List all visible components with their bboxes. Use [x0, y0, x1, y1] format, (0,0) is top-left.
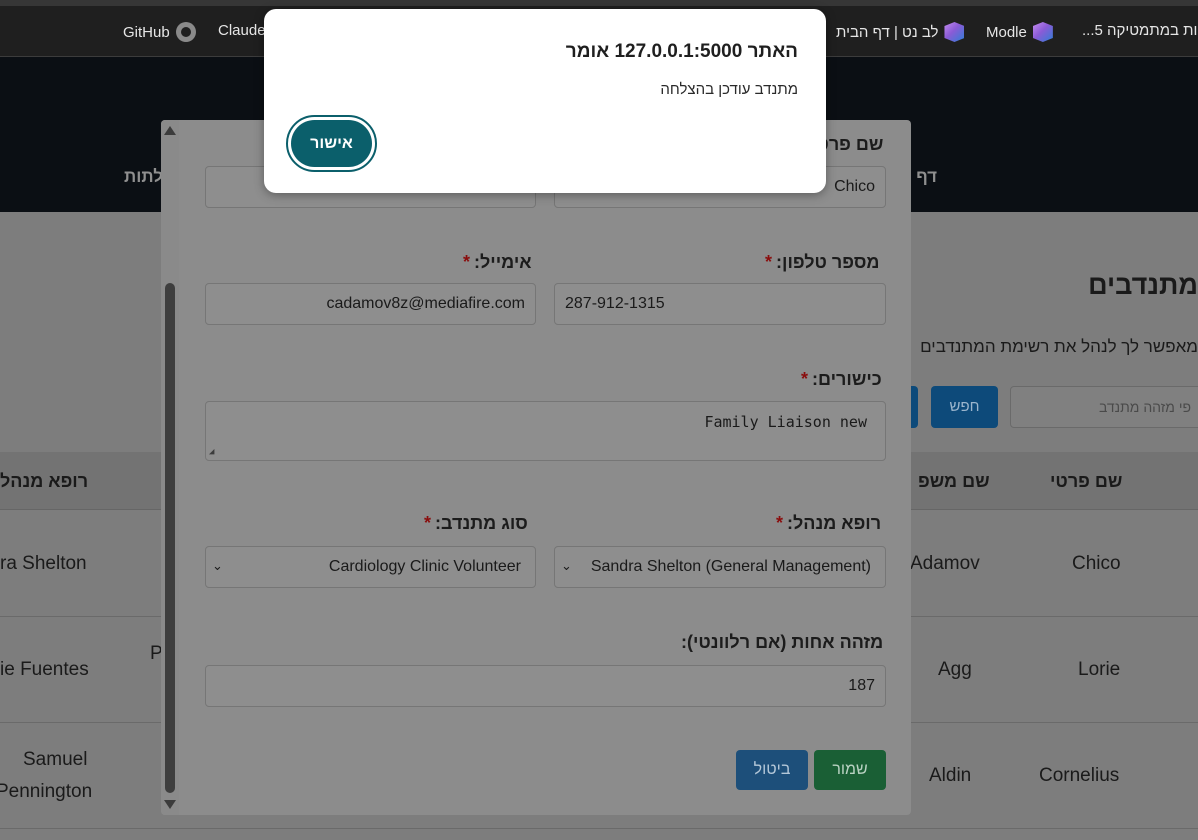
bookmark-levnet[interactable]: לב נט | דף הבית	[836, 22, 965, 42]
volunteer-type-label-text: סוג מתנדב:	[435, 513, 528, 533]
bookmark-label: ...5 ות במתמטיקה	[1082, 22, 1198, 39]
resize-grip-icon[interactable]: ◢	[209, 447, 214, 457]
cancel-button[interactable]: ביטול	[736, 750, 808, 790]
doctor-select-value: Sandra Shelton (General Management)	[590, 558, 871, 575]
search-input[interactable]: פי מזהה מתנדב	[1010, 386, 1198, 428]
alert-ok-focus-ring: אישור	[286, 115, 377, 172]
cell-doctor: ie Fuentes	[0, 659, 89, 680]
phone-field[interactable]: 287-912-1315	[554, 283, 886, 325]
scroll-up-arrow-icon[interactable]	[164, 126, 176, 135]
sister-id-field[interactable]: 187	[205, 665, 886, 707]
cell-first-name: Cornelius	[1039, 765, 1120, 786]
required-mark: *	[424, 513, 432, 533]
bookmark-github[interactable]: GitHub	[123, 22, 196, 42]
bookmark-label: Modle	[986, 23, 1027, 41]
search-button[interactable]: חפש	[931, 386, 998, 428]
chevron-down-icon: ⌄	[212, 558, 223, 573]
bookmark-modle[interactable]: Modle	[986, 22, 1053, 42]
bookmark-label: לב נט | דף הבית	[836, 23, 939, 41]
alert-title: האתר 127.0.0.1:5000 אומר	[565, 41, 798, 62]
skills-textarea[interactable]: Family Liaison new ◢	[205, 401, 886, 461]
required-mark: *	[801, 369, 809, 389]
cell-first-name: Chico	[1072, 553, 1121, 574]
required-mark: *	[776, 513, 784, 533]
skills-label: כישורים:*	[801, 369, 882, 390]
volunteer-type-select[interactable]: Cardiology Clinic Volunteer ⌄	[205, 546, 536, 588]
modal-scrollbar[interactable]	[161, 120, 179, 815]
doctor-label: רופא מנהל:*	[776, 513, 881, 534]
edit-volunteer-modal: שם פרטי Chico מספר טלפון:* 287-912-1315 …	[161, 120, 911, 815]
cell-doctor-line2: Pennington	[0, 781, 93, 802]
bookmark-claude[interactable]: Claude	[218, 22, 266, 39]
cell-doctor-line1: Samuel	[23, 749, 88, 770]
header-last-name: שם משפ	[918, 471, 990, 491]
cell-doctor: ra Shelton	[0, 553, 87, 574]
github-icon	[175, 22, 196, 42]
doctor-select[interactable]: Sandra Shelton (General Management) ⌄	[554, 546, 886, 588]
page-description: מאפשר לך לנהל את רשימת המתנדבים	[920, 337, 1198, 356]
alert-message: מתנדב עודכן בהצלחה	[660, 81, 798, 98]
scroll-thumb[interactable]	[165, 283, 175, 793]
doctor-label-text: רופא מנהל:	[787, 513, 882, 533]
email-label-text: אימייל:	[474, 252, 532, 272]
sister-id-label: מזהה אחות (אם רלוונטי):	[681, 632, 884, 652]
filter-button[interactable]	[910, 386, 918, 428]
bookmark-math[interactable]: ...5 ות במתמטיקה	[1082, 22, 1197, 39]
email-field[interactable]: cadamov8z@mediafire.com	[205, 283, 536, 325]
email-label: אימייל:*	[463, 252, 532, 273]
save-button[interactable]: שמור	[814, 750, 886, 790]
browser-alert-dialog: האתר 127.0.0.1:5000 אומר מתנדב עודכן בהצ…	[264, 9, 826, 193]
visual-studio-icon	[944, 22, 965, 42]
skills-label-text: כישורים:	[812, 369, 882, 389]
required-mark: *	[463, 252, 471, 272]
alert-ok-button[interactable]: אישור	[291, 120, 372, 167]
page-title: מתנדבים	[1088, 270, 1198, 300]
bookmark-label: GitHub	[123, 23, 170, 41]
phone-label: מספר טלפון:*	[765, 252, 880, 273]
visual-studio-icon	[1032, 22, 1053, 42]
volunteer-type-select-value: Cardiology Clinic Volunteer	[328, 558, 521, 575]
cell-first-name: Lorie	[1078, 659, 1121, 680]
phone-label-text: מספר טלפון:	[776, 252, 880, 272]
scroll-down-arrow-icon[interactable]	[164, 800, 176, 809]
bookmark-label: Claude	[218, 22, 266, 39]
nav-link-other[interactable]: לתות	[124, 167, 163, 187]
skills-text: Family Liaison new	[704, 413, 867, 431]
cell-last-name: Agg	[938, 659, 972, 680]
header-first-name: שם פרטי	[1050, 471, 1123, 491]
header-doctor: רופא מנהל	[0, 471, 89, 491]
required-mark: *	[765, 252, 773, 272]
chevron-down-icon: ⌄	[561, 558, 572, 573]
cell-last-name: Aldin	[929, 765, 972, 786]
cell-last-name: Adamov	[910, 553, 980, 574]
volunteer-type-label: סוג מתנדב:*	[424, 513, 528, 534]
